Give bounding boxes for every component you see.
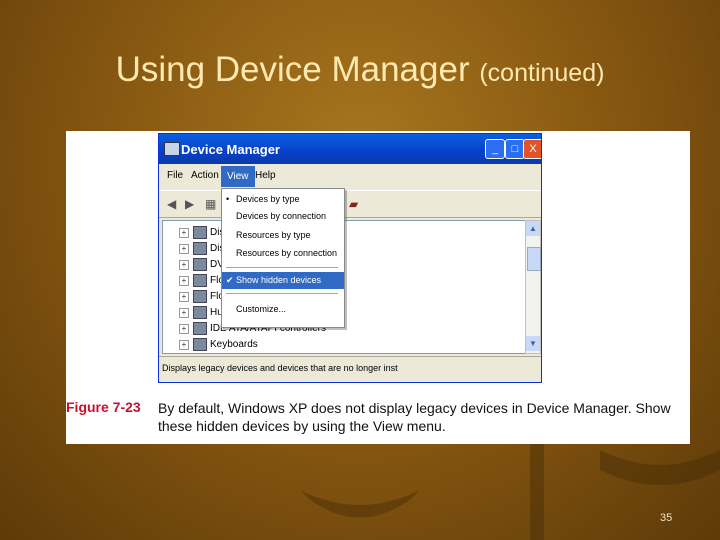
expand-icon[interactable]: + [179, 307, 189, 318]
menu-help[interactable]: Help [255, 170, 276, 181]
menu-separator [226, 293, 338, 294]
device-icon [193, 242, 207, 255]
tree-row[interactable]: + Keyboards [179, 338, 258, 353]
status-bar: Displays legacy devices and devices that… [159, 356, 541, 381]
menu-view[interactable]: View [221, 166, 255, 187]
device-icon [193, 306, 207, 319]
view-menu-item-label: Devices by type [236, 194, 300, 204]
view-menu-item[interactable]: • Devices by type [222, 191, 344, 208]
radio-bullet-icon: • [226, 194, 230, 204]
figure-label: Figure 7-23 [66, 399, 141, 415]
tree-row-label: Keyboards [210, 339, 258, 351]
figure-panel: Device Manager _ □ X File Action View He… [66, 131, 690, 444]
title-main: Using Device Manager [115, 50, 470, 89]
device-manager-window: Device Manager _ □ X File Action View He… [158, 133, 542, 383]
forward-arrow-icon[interactable]: ▶ [185, 197, 194, 211]
expand-icon[interactable]: + [179, 275, 189, 286]
device-icon [193, 258, 207, 271]
menu-bar: File Action View Help [159, 166, 541, 188]
expand-icon[interactable]: + [179, 227, 189, 238]
expand-icon[interactable]: + [179, 323, 189, 334]
expand-icon[interactable]: + [179, 291, 189, 302]
menu-action[interactable]: Action [191, 170, 219, 181]
window-title: Device Manager [181, 142, 280, 157]
scroll-up-icon[interactable]: ▲ [526, 221, 540, 236]
expand-icon[interactable]: + [179, 339, 189, 350]
view-menu-item-label: Resources by connection [236, 248, 338, 258]
view-menu-item-label: Show hidden devices [236, 275, 322, 285]
properties-icon[interactable]: ▦ [205, 197, 216, 211]
slide-title: Using Device Manager (continued) [0, 48, 720, 95]
device-icon [193, 322, 207, 335]
device-icon [193, 290, 207, 303]
computer-icon [164, 142, 180, 156]
view-menu-item[interactable]: Devices by connection [222, 208, 344, 225]
device-tree[interactable]: +Disc +Disp +DVD +Flop +Flop +Hum +IDE A… [162, 220, 528, 354]
title-sub: (continued) [479, 59, 605, 87]
vertical-scrollbar[interactable]: ▲ ▼ [525, 220, 541, 354]
close-button[interactable]: X [523, 139, 541, 159]
expand-icon[interactable]: + [179, 259, 189, 270]
device-icon [193, 338, 207, 351]
view-menu-item-label: Customize... [236, 304, 287, 314]
toolbar: ◀ ▶ ▦ ▰ [159, 190, 541, 218]
device-icon [193, 226, 207, 239]
figure-caption: By default, Windows XP does not display … [158, 400, 671, 434]
view-menu-item-label: Devices by connection [236, 211, 327, 221]
status-text: Displays legacy devices and devices that… [162, 363, 398, 373]
menu-separator [226, 267, 338, 268]
checkmark-icon: ✔ [226, 275, 234, 285]
menu-file[interactable]: File [167, 170, 183, 181]
view-menu-item-label: Resources by type [236, 230, 311, 240]
page-number: 35 [660, 512, 673, 524]
scroll-thumb[interactable] [527, 247, 541, 271]
view-menu-item[interactable]: Resources by connection [222, 245, 344, 262]
view-menu-item[interactable]: Resources by type [222, 227, 344, 244]
view-menu-item-show-hidden[interactable]: ✔ Show hidden devices [222, 272, 344, 289]
back-arrow-icon[interactable]: ◀ [167, 197, 176, 211]
expand-icon[interactable]: + [179, 243, 189, 254]
uninstall-icon[interactable]: ▰ [349, 197, 358, 211]
title-bar[interactable]: Device Manager _ □ X [159, 134, 541, 164]
device-icon [193, 274, 207, 287]
maximize-button[interactable]: □ [505, 139, 525, 159]
view-menu-dropdown: • Devices by type Devices by connection R… [221, 188, 345, 328]
view-menu-item[interactable]: Customize... [222, 301, 344, 318]
scroll-down-icon[interactable]: ▼ [526, 336, 540, 351]
minimize-button[interactable]: _ [485, 139, 505, 159]
